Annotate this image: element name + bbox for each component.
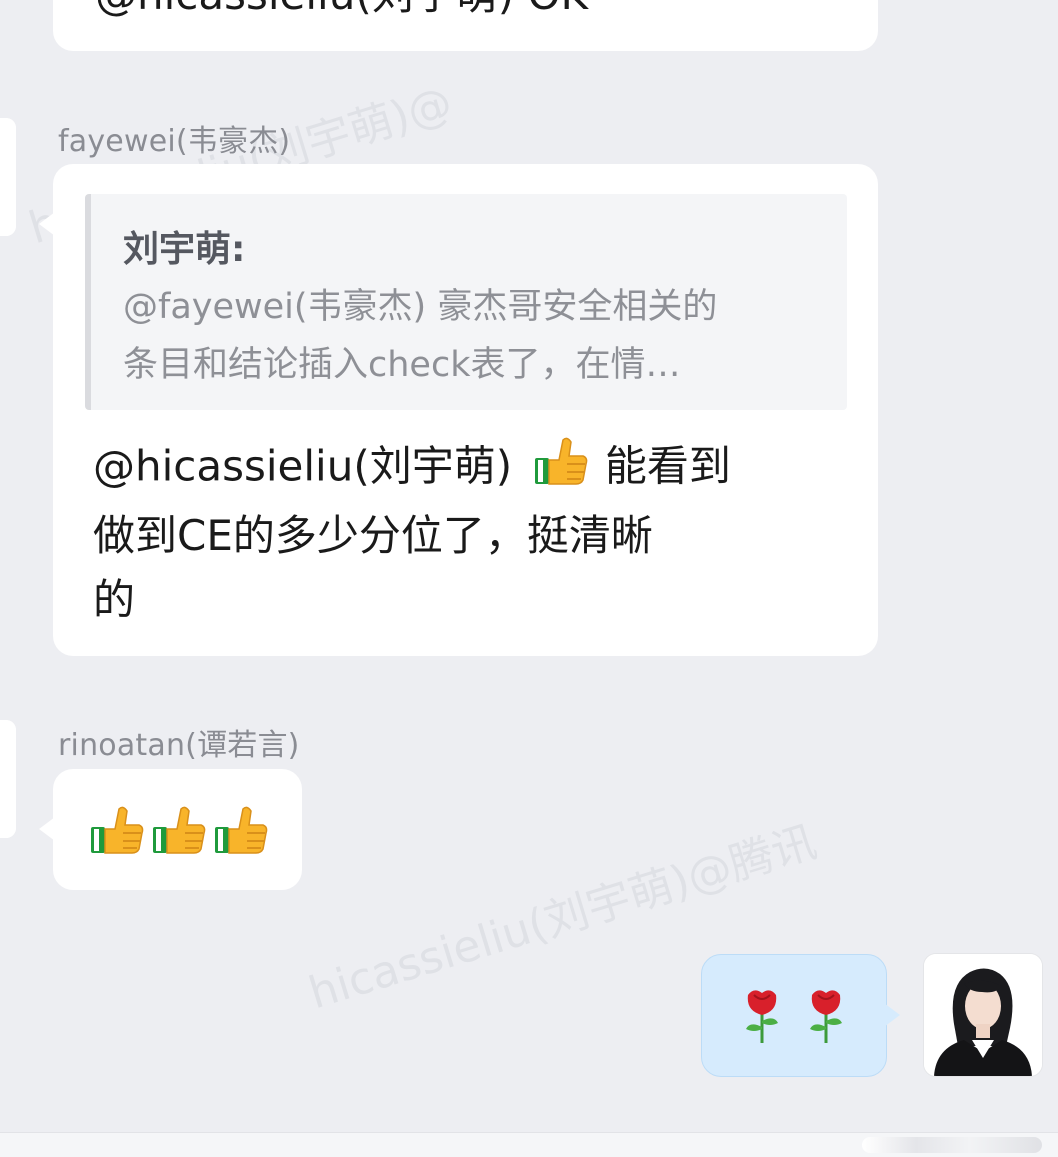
rose-emoji-icon [804, 987, 848, 1049]
rose-emoji-icon [740, 987, 784, 1049]
avatar-image [0, 720, 16, 838]
message-text: @hicassieliu(刘宇萌) OK [95, 0, 588, 16]
thumbs-up-emoji-icon [533, 434, 589, 504]
message-bubble[interactable]: @hicassieliu(刘宇萌) OK [53, 0, 878, 51]
thumbs-up-emoji-icon [213, 801, 269, 859]
quote-text-line: 条目和结论插入check表了，在情… [123, 345, 681, 385]
mention-link[interactable]: @hicassieliu(刘宇萌) [93, 442, 512, 491]
emoji-row [740, 987, 848, 1049]
avatar[interactable] [0, 118, 16, 236]
my-avatar[interactable] [924, 954, 1042, 1076]
message-text: @hicassieliu(刘宇萌) 能看到 做到CE的多少分位了，挺清晰 的 [93, 434, 853, 632]
my-message-bubble[interactable] [701, 954, 900, 1077]
message-line: @hicassieliu(刘宇萌) 能看到 [93, 434, 853, 504]
emoji-row [89, 801, 269, 859]
quote-author: 刘宇萌: [123, 229, 246, 270]
quoted-message[interactable]: 刘宇萌: @fayewei(韦豪杰) 豪杰哥安全相关的 条目和结论插入check… [85, 194, 847, 410]
message-line: 做到CE的多少分位了，挺清晰 [93, 511, 653, 560]
avatar-image [0, 118, 16, 236]
avatar-image [924, 954, 1042, 1076]
sender-name[interactable]: fayewei(韦豪杰) [58, 116, 290, 160]
message-line-rest: 能看到 [604, 441, 731, 491]
bottom-bar [0, 1132, 1058, 1157]
sender-name[interactable]: rinoatan(谭若言) [58, 720, 300, 764]
chat-view[interactable]: hicassieliu(刘宇萌)@ hicassieliu(刘宇萌)@腾讯 @h… [0, 0, 1058, 1157]
message-bubble[interactable]: 刘宇萌: @fayewei(韦豪杰) 豪杰哥安全相关的 条目和结论插入check… [39, 164, 878, 656]
avatar[interactable] [0, 720, 16, 838]
thumbs-up-emoji-icon [89, 801, 145, 859]
message-bubble[interactable] [39, 769, 302, 890]
message-line: 的 [93, 575, 136, 624]
scroll-indicator[interactable] [862, 1137, 1042, 1153]
quote-text-line: @fayewei(韦豪杰) 豪杰哥安全相关的 [123, 287, 718, 327]
thumbs-up-emoji-icon [151, 801, 207, 859]
